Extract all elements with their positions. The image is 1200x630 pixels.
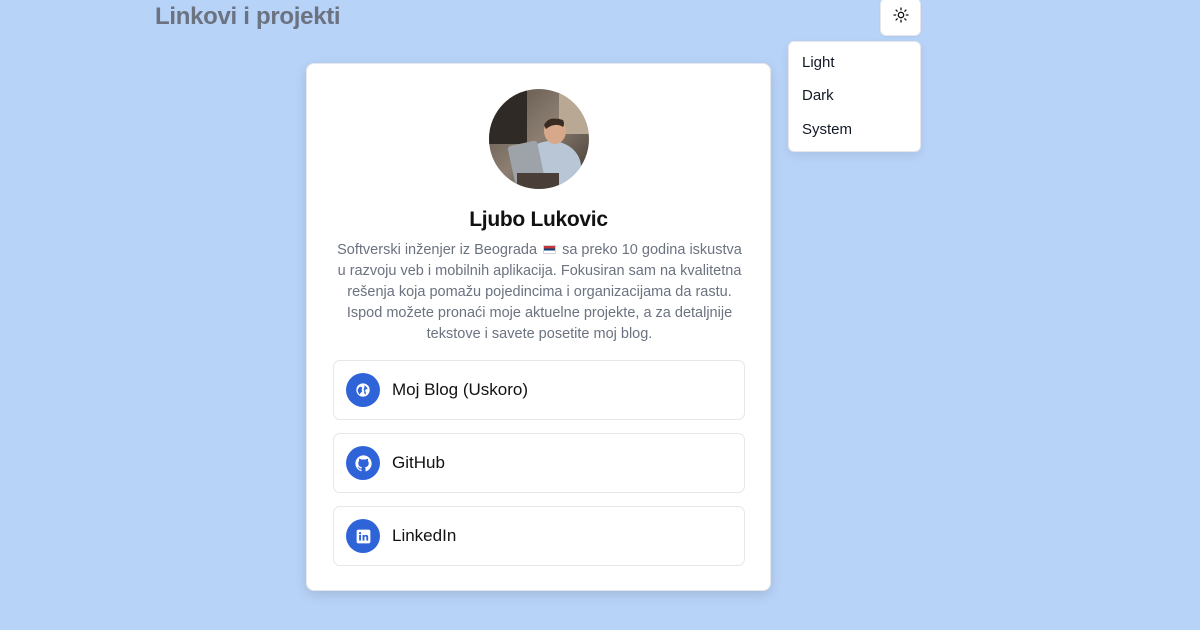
theme-option-system[interactable]: System <box>789 113 920 146</box>
serbia-flag-icon <box>543 245 557 254</box>
profile-name: Ljubo Lukovic <box>469 208 608 231</box>
theme-toggle-button[interactable] <box>880 0 921 36</box>
sun-icon <box>892 6 909 28</box>
github-icon <box>346 446 380 480</box>
profile-card: Ljubo Lukovic Softverski inženjer iz Beo… <box>306 63 771 591</box>
globe-icon <box>346 373 380 407</box>
page-title: Linkovi i projekti <box>155 3 341 30</box>
bio-text-start: Softverski inženjer iz Beograda <box>337 242 538 258</box>
theme-option-light[interactable]: Light <box>789 46 920 79</box>
link-linkedin[interactable]: LinkedIn <box>333 506 745 566</box>
link-blog[interactable]: Moj Blog (Uskoro) <box>333 360 745 420</box>
avatar <box>489 89 589 189</box>
theme-option-dark[interactable]: Dark <box>789 79 920 112</box>
link-label: Moj Blog (Uskoro) <box>392 380 529 399</box>
link-github[interactable]: GitHub <box>333 433 745 493</box>
theme-menu: Light Dark System <box>788 41 921 152</box>
profile-bio: Softverski inženjer iz Beograda sa preko… <box>333 240 746 345</box>
link-label: GitHub <box>392 453 445 472</box>
linkedin-icon <box>346 519 380 553</box>
link-label: LinkedIn <box>392 526 457 545</box>
